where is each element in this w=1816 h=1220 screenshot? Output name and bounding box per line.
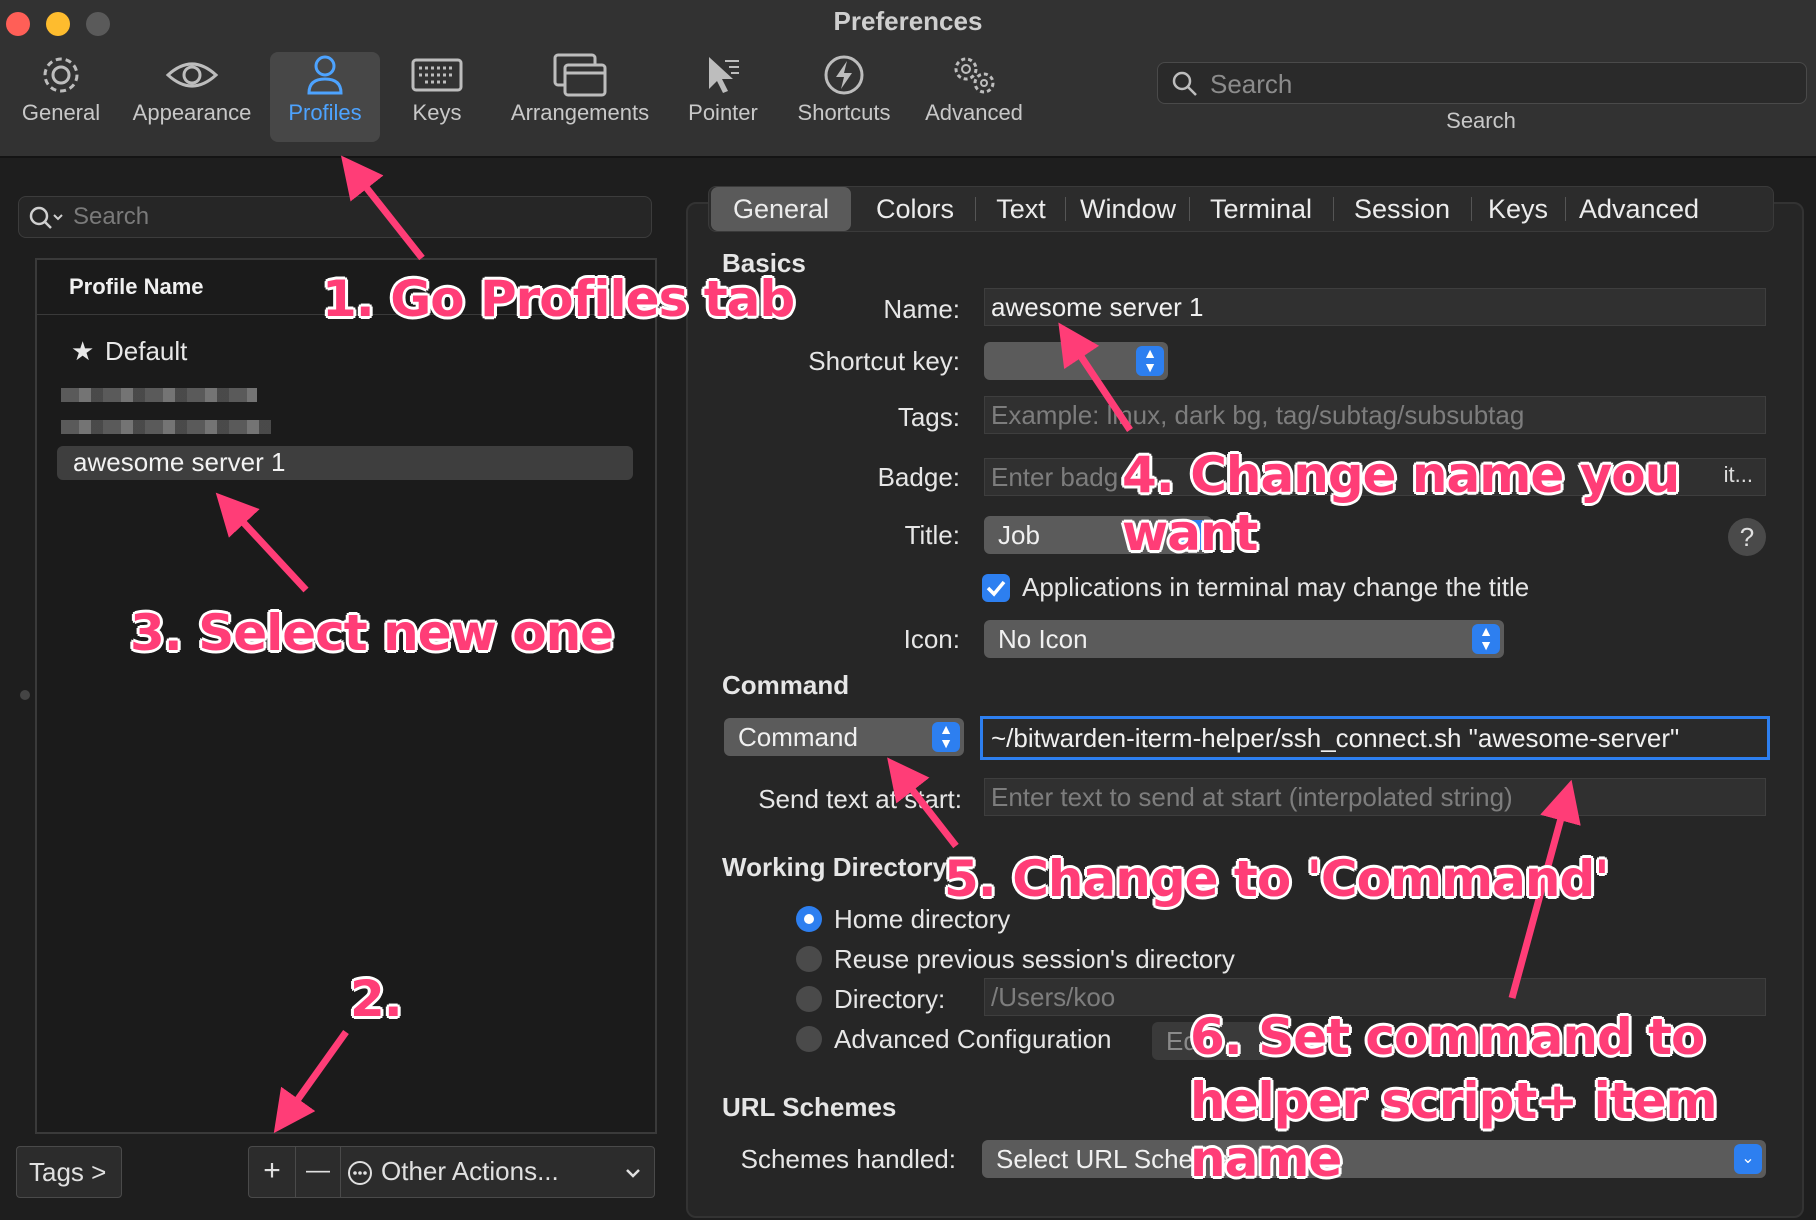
annotation-step1: 1. Go Profiles tab xyxy=(322,270,795,328)
arrow-step5 xyxy=(887,757,959,849)
annotation-step5: 5. Change to 'Command' xyxy=(944,850,1610,908)
arrow-step3 xyxy=(215,492,309,593)
arrow-step2 xyxy=(273,1029,349,1134)
annotation-step3: 3. Select new one xyxy=(130,604,614,662)
annotation-step4: 4. Change name you want xyxy=(1122,446,1680,562)
annotation-step2: 2. xyxy=(350,970,403,1028)
arrow-step1 xyxy=(340,155,425,261)
annotation-step6-line2: helper script+ item name xyxy=(1190,1072,1718,1188)
annotation-step6-line1: 6. Set command to xyxy=(1190,1008,1705,1066)
arrow-step4 xyxy=(1058,322,1133,432)
